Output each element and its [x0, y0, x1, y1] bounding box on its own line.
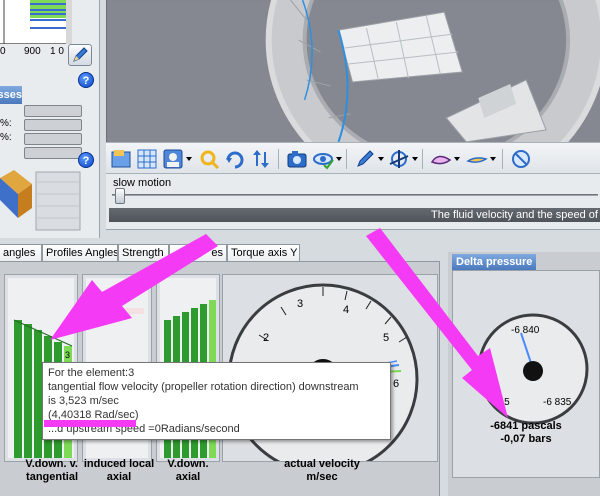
induced-axial-chart-label-line: induced local: [83, 458, 155, 470]
slow-motion-slider-thumb[interactable]: [115, 188, 125, 204]
tab-profiles-angles[interactable]: Profiles Angles: [42, 244, 118, 262]
slow-motion-panel: slow motion The fluid velocity and the s…: [106, 174, 600, 230]
mass-value-field[interactable]: [24, 147, 82, 159]
help-icon[interactable]: ?: [78, 72, 94, 88]
slow-motion-slider-track[interactable]: [112, 194, 598, 196]
mass-value-field[interactable]: [24, 119, 82, 131]
tangential-chart-label-line: V.down. v.: [25, 458, 78, 470]
tab-angles[interactable]: angles: [0, 244, 42, 262]
mass-row: %:: [0, 132, 92, 146]
highlight-underline: [44, 420, 136, 427]
tab-strength[interactable]: Strength: [118, 244, 169, 262]
gauge-tick-label: 2: [263, 332, 269, 344]
tangential-chart-label-line: tangential: [26, 471, 78, 483]
mass-value-field[interactable]: [24, 133, 82, 145]
dropdown-arrow-icon[interactable]: [412, 157, 418, 161]
toolbar-separator: [502, 149, 503, 169]
gauge-tick-label: 5: [383, 332, 389, 344]
edit-button[interactable]: [68, 44, 92, 66]
dropdown-arrow-icon[interactable]: [490, 157, 496, 161]
masses-header: sses: [0, 86, 22, 104]
eye-icon[interactable]: [312, 148, 334, 170]
dropdown-arrow-icon[interactable]: [336, 157, 342, 161]
delta-pressure-panel: Delta pressure -6 840 845 -6 835 -6841 p…: [448, 252, 600, 496]
downstream-axial-chart-label: V.down. axial: [156, 458, 220, 484]
flat-profile-icon[interactable]: [466, 148, 488, 170]
rotate-icon[interactable]: [224, 148, 246, 170]
tangential-chart-label: V.down. v. tangential: [4, 458, 78, 484]
mass-value-field[interactable]: [24, 105, 82, 117]
pressure-tick-label: -6 840: [511, 325, 540, 336]
propeller-3d-view[interactable]: [106, 0, 600, 142]
cube-preview-icon: [0, 168, 86, 234]
actual-velocity-label-line: actual velocity: [284, 458, 360, 470]
tooltip-description-line: tangential flow velocity (propeller rota…: [48, 381, 359, 393]
pressure-tick-label: -6 835: [543, 397, 572, 408]
mini-chart-tick: 0: [0, 46, 6, 57]
view-toolbar: [106, 142, 600, 174]
mass-row-label: %:: [0, 118, 12, 129]
tooltip-velocity-line: is 3,523 m/sec: [48, 395, 119, 407]
actual-velocity-label-line: m/sec: [306, 471, 338, 483]
grid-icon[interactable]: [136, 148, 158, 170]
toolbar-separator: [422, 149, 423, 169]
mass-row-label: %:: [0, 132, 12, 143]
toolbar-separator: [346, 149, 347, 169]
pressure-bars-value: -0,07 bars: [500, 433, 552, 445]
pencil-icon[interactable]: [354, 148, 376, 170]
delta-pressure-title: Delta pressure: [452, 254, 537, 270]
tooltip-element-line: For the element:3: [48, 367, 135, 379]
mini-chart: [0, 0, 72, 44]
downstream-axial-chart-label-line: axial: [175, 471, 201, 483]
mass-row: %:: [0, 118, 92, 132]
pencil-icon: [73, 47, 88, 62]
open-file-icon[interactable]: [110, 148, 132, 170]
toolbar-separator: [278, 149, 279, 169]
zoom-icon[interactable]: [198, 148, 220, 170]
camera-icon[interactable]: [286, 148, 308, 170]
help-icon[interactable]: ?: [78, 152, 94, 168]
stop-icon[interactable]: [510, 148, 532, 170]
tab-velocities[interactable]: es: [169, 244, 227, 262]
tab-torque-axis-y[interactable]: Torque axis Y: [227, 244, 300, 262]
dropdown-arrow-icon[interactable]: [186, 157, 192, 161]
mini-chart-tick: 900: [24, 46, 41, 57]
gauge-tick-label: 4: [343, 304, 349, 316]
status-message: The fluid velocity and the speed of: [109, 208, 600, 222]
analysis-tabs: angles Profiles Angles Strength es Torqu…: [0, 244, 440, 262]
bar-element-number: 3: [65, 350, 70, 360]
dropdown-arrow-icon[interactable]: [454, 157, 460, 161]
delta-pressure-readout: -6841 pascals -0,07 bars: [452, 420, 600, 446]
person-icon[interactable]: [162, 148, 184, 170]
delta-pressure-gauge-frame: -6 840 845 -6 835: [452, 270, 600, 478]
element-tooltip: For the element:3 tangential flow veloci…: [42, 362, 391, 440]
mass-row: [0, 104, 92, 118]
mini-chart-tick: 1 0: [50, 46, 64, 57]
dropdown-arrow-icon[interactable]: [378, 157, 384, 161]
delta-pressure-dial: -6 840 845 -6 835: [477, 313, 589, 425]
gauge-tick-label: 3: [297, 298, 303, 310]
move-arrows-icon[interactable]: [250, 148, 272, 170]
left-control-panel: 0 900 1 0 ? sses %: %: ?: [0, 0, 100, 238]
actual-velocity-label: actual velocity m/sec: [252, 458, 392, 484]
gauge-tick-label: 6: [393, 378, 399, 390]
axis-icon[interactable]: [388, 148, 410, 170]
induced-axial-chart-label: induced local axial: [80, 458, 158, 484]
induced-axial-chart-label-line: axial: [106, 471, 132, 483]
pressure-pascals-value: -6841 pascals: [490, 420, 562, 432]
pressure-tick-label: 845: [493, 397, 510, 408]
downstream-axial-chart-label-line: V.down.: [167, 458, 209, 470]
blade-profile-icon[interactable]: [430, 148, 452, 170]
